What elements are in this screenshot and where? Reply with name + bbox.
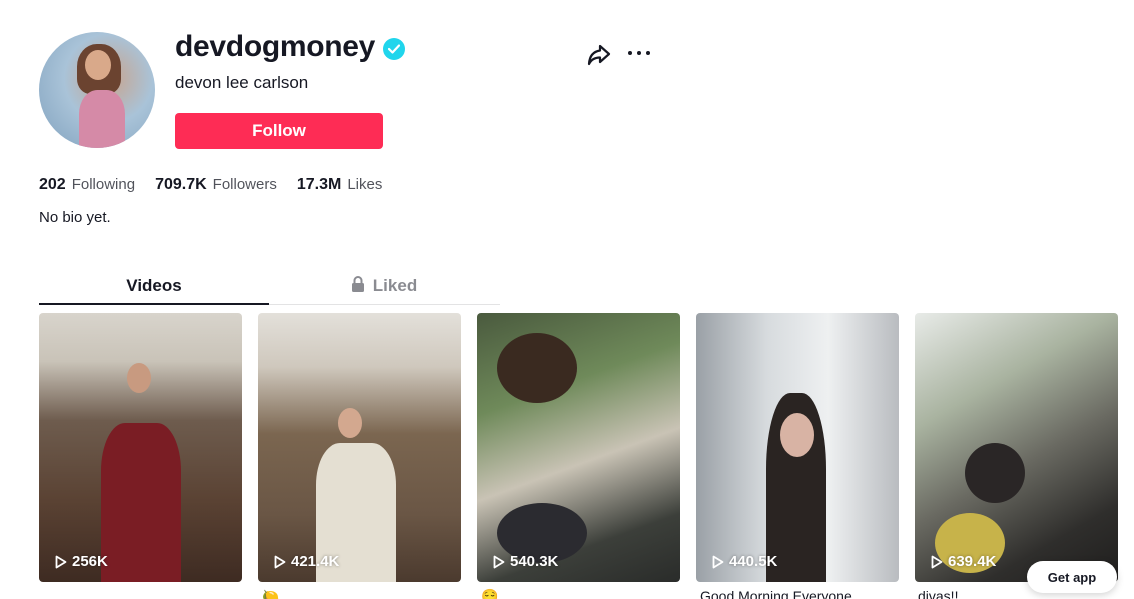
play-icon bbox=[712, 555, 724, 568]
lock-icon bbox=[351, 275, 365, 297]
video-card[interactable]: 639.4K bbox=[915, 313, 1118, 582]
stat-followers-label: Followers bbox=[212, 176, 277, 193]
stat-following-label: Following bbox=[71, 176, 136, 193]
view-count-value: 421.4K bbox=[291, 553, 340, 570]
follow-button[interactable]: Follow bbox=[175, 113, 383, 149]
video-caption: divas!! bbox=[918, 588, 959, 599]
view-count-value: 440.5K bbox=[729, 553, 778, 570]
view-count-value: 540.3K bbox=[510, 553, 559, 570]
video-card[interactable]: 440.5K bbox=[696, 313, 899, 582]
username-row: devdogmoney bbox=[175, 30, 406, 64]
view-count-value: 256K bbox=[72, 553, 108, 570]
video-card[interactable]: 256K bbox=[39, 313, 242, 582]
tab-videos[interactable]: Videos bbox=[39, 268, 269, 305]
stat-likes-count: 17.3M bbox=[296, 176, 342, 193]
video-caption: Good Morning Everyone bbox=[700, 588, 852, 599]
username: devdogmoney bbox=[175, 30, 376, 63]
profile-bio: No bio yet. bbox=[39, 209, 111, 226]
play-icon bbox=[274, 555, 286, 568]
stat-likes: 17.3M Likes bbox=[297, 176, 383, 194]
stat-followers-count: 709.7K bbox=[155, 176, 207, 193]
share-icon[interactable] bbox=[586, 42, 612, 68]
play-icon bbox=[55, 555, 67, 568]
play-icon bbox=[931, 555, 943, 568]
profile-stats: 202 Following 709.7K Followers 17.3M Lik… bbox=[39, 176, 402, 194]
view-count: 421.4K bbox=[274, 553, 339, 570]
stat-following-count: 202 bbox=[39, 176, 66, 193]
get-app-button[interactable]: Get app bbox=[1027, 561, 1117, 593]
video-caption: 😌 bbox=[481, 588, 499, 599]
more-icon[interactable] bbox=[626, 42, 652, 64]
video-caption: 🍋 bbox=[262, 588, 280, 599]
video-card[interactable]: 540.3K bbox=[477, 313, 680, 582]
video-card[interactable]: 421.4K bbox=[258, 313, 461, 582]
view-count: 540.3K bbox=[493, 553, 558, 570]
verified-badge-icon bbox=[383, 38, 406, 60]
stat-followers[interactable]: 709.7K Followers bbox=[155, 176, 277, 194]
view-count: 256K bbox=[55, 553, 108, 570]
profile-tabs: Videos Liked bbox=[39, 268, 500, 305]
profile-avatar bbox=[39, 32, 155, 148]
play-icon bbox=[493, 555, 505, 568]
video-grid: 256K 421.4K 540.3K 440.5K 639.4K bbox=[39, 313, 1118, 582]
view-count: 440.5K bbox=[712, 553, 777, 570]
view-count-value: 639.4K bbox=[948, 553, 997, 570]
stat-following[interactable]: 202 Following bbox=[39, 176, 135, 194]
tab-liked-label: Liked bbox=[372, 276, 418, 295]
tab-videos-label: Videos bbox=[126, 275, 182, 295]
nickname: devon lee carlson bbox=[175, 73, 309, 92]
tab-liked[interactable]: Liked bbox=[269, 268, 499, 304]
stat-likes-label: Likes bbox=[347, 176, 383, 193]
view-count: 639.4K bbox=[931, 553, 996, 570]
